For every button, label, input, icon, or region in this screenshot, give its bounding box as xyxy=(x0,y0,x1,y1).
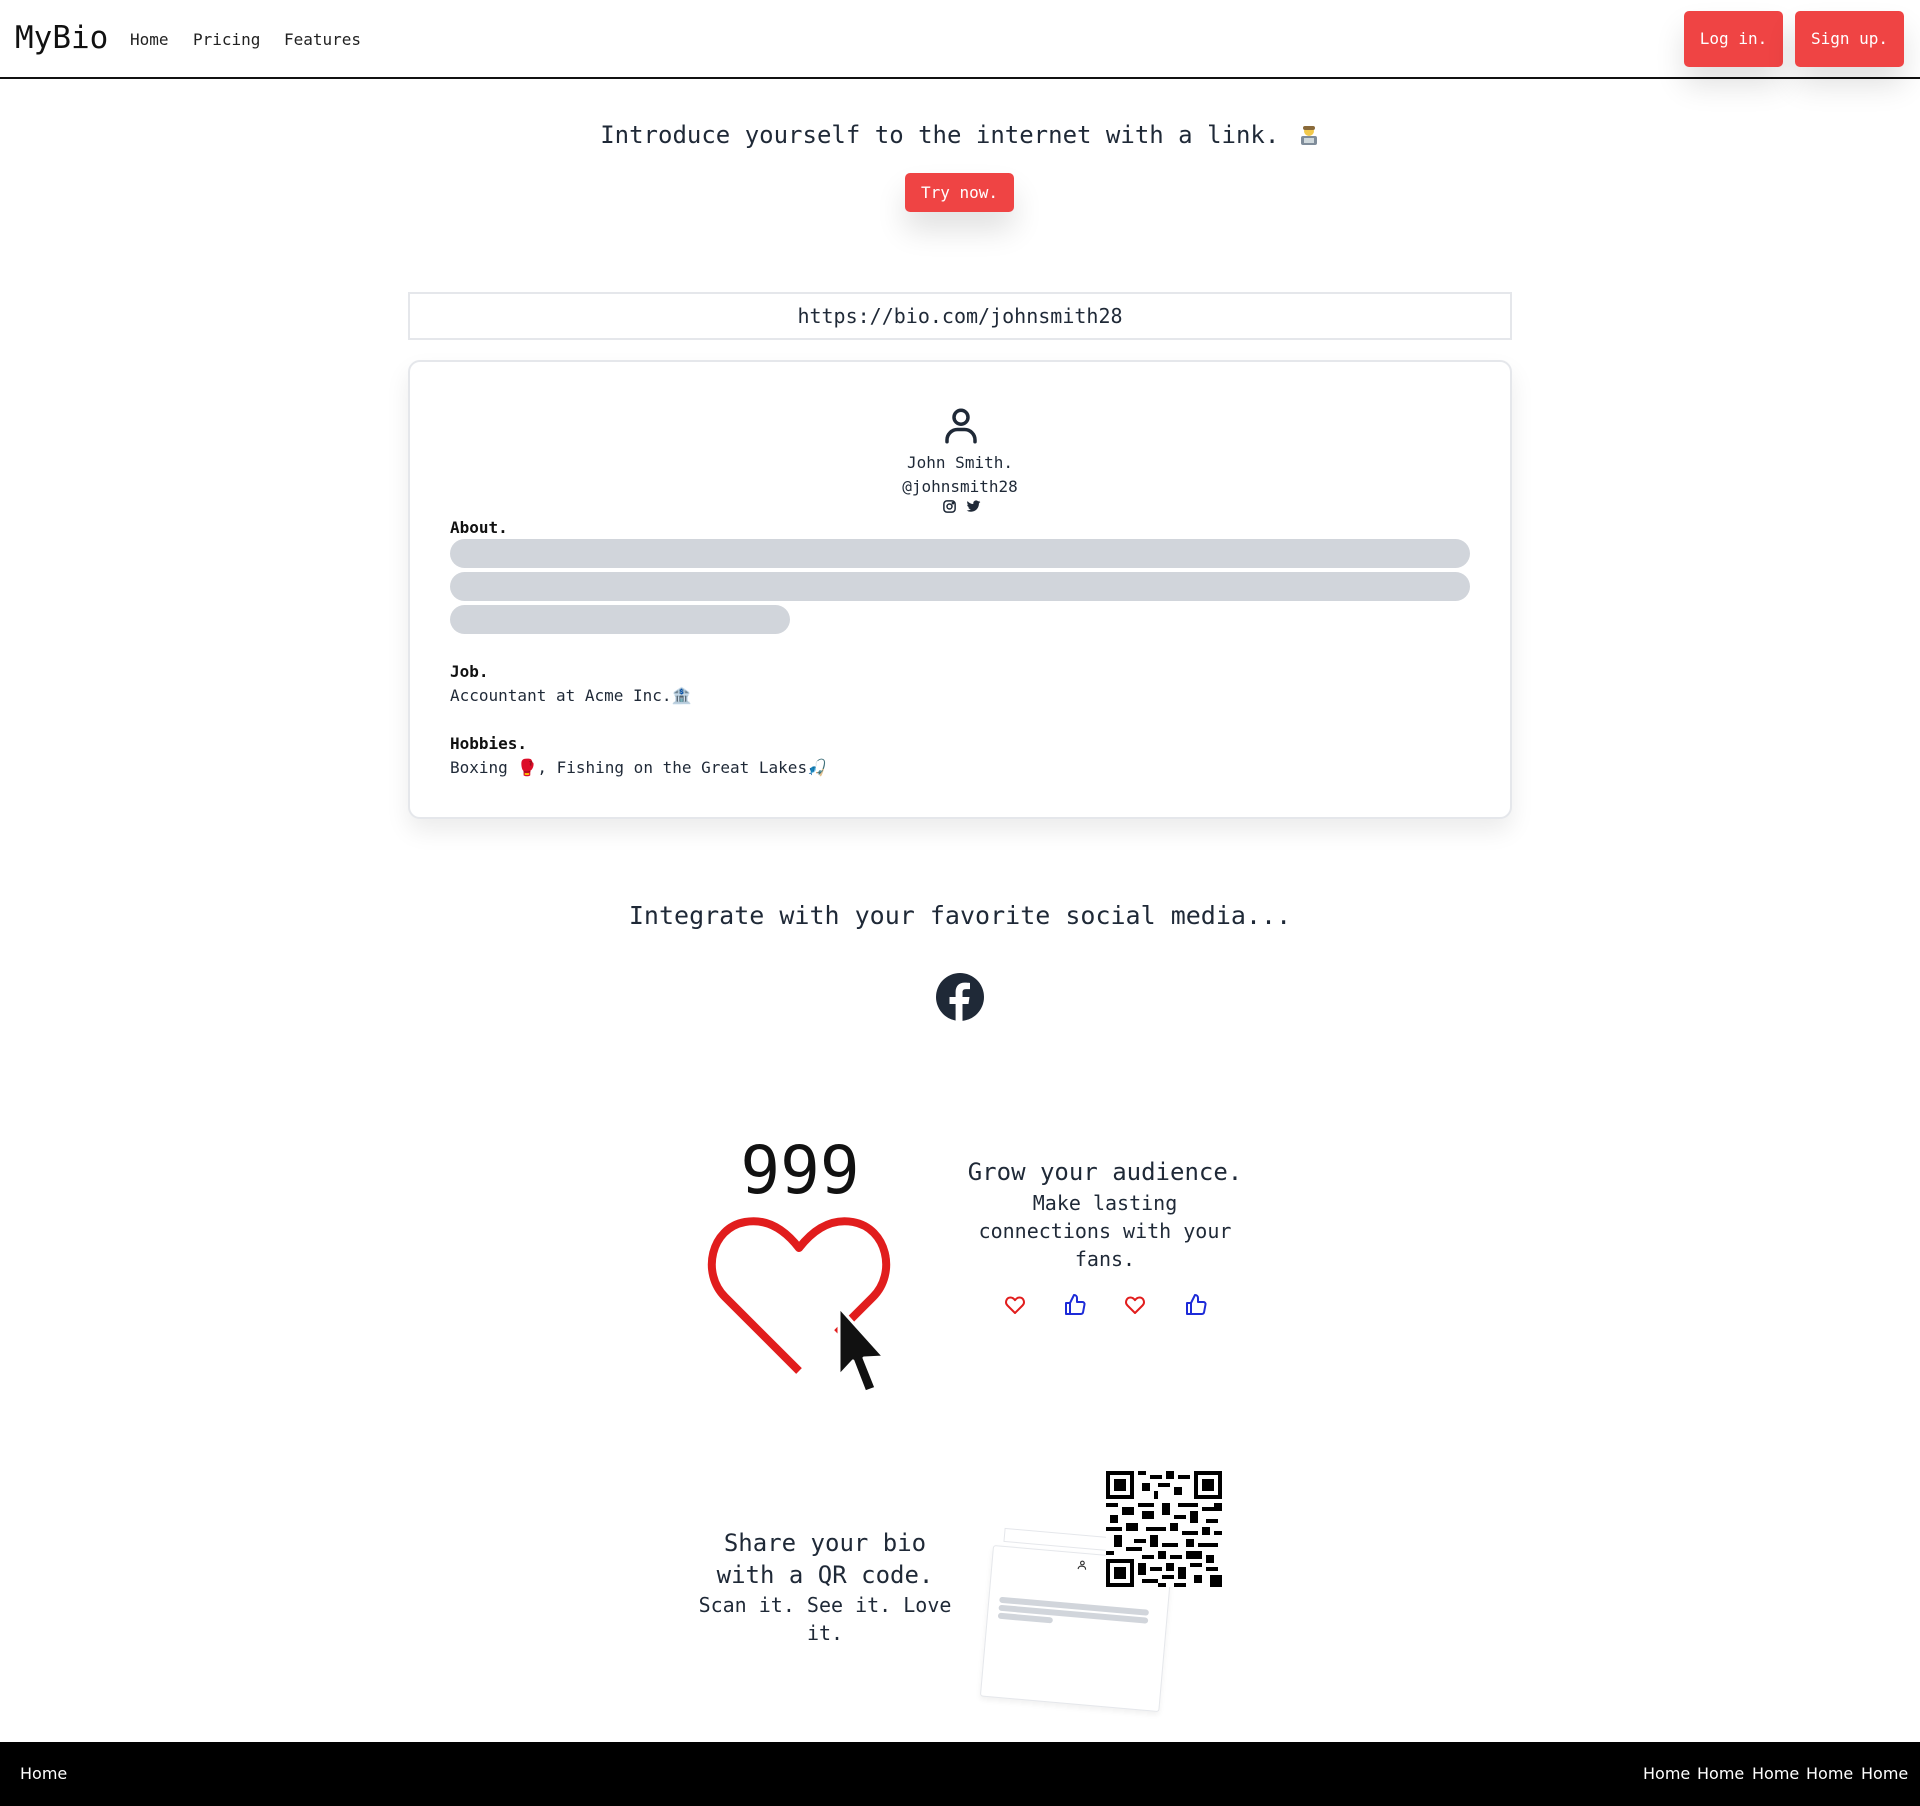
heart-with-cursor-illustration xyxy=(707,1217,891,1394)
grow-title: Grow your audience. xyxy=(967,1158,1243,1186)
share-subtitle-line: Scan it. See it. Love xyxy=(698,1593,952,1617)
about-label: About. xyxy=(450,518,508,537)
heart-icon xyxy=(1125,1296,1145,1314)
thumbs-up-icon xyxy=(1186,1294,1207,1315)
about-skeleton-line xyxy=(450,605,790,634)
user-avatar-icon xyxy=(945,408,977,444)
signup-button[interactable]: Sign up. xyxy=(1795,11,1904,67)
try-now-button[interactable]: Try now. xyxy=(905,173,1014,212)
grow-subtitle-line: connections with your xyxy=(978,1219,1232,1243)
nav-link-home[interactable]: Home xyxy=(130,30,169,49)
job-label: Job. xyxy=(450,662,489,681)
grow-subtitle-line: Make lasting xyxy=(1032,1191,1178,1215)
login-button[interactable]: Log in. xyxy=(1684,11,1783,67)
grow-subtitle-line: fans. xyxy=(1074,1247,1136,1271)
about-skeleton-line xyxy=(450,572,1470,601)
footer-link[interactable]: Home xyxy=(1697,1764,1744,1783)
qr-code-icon xyxy=(1106,1471,1222,1587)
grow-subtitle: Make lasting connections with your fans. xyxy=(950,1189,1260,1273)
share-title: Share your bio with a QR code. xyxy=(680,1527,970,1591)
profile-name: John Smith. xyxy=(907,453,1013,472)
footer-link[interactable]: Home xyxy=(1806,1764,1853,1783)
cursor-arrow-icon xyxy=(837,1305,886,1394)
instagram-icon[interactable] xyxy=(942,499,957,514)
hobbies-value: Boxing 🥊, Fishing on the Great Lakes🎣 xyxy=(450,758,827,777)
footer: Home Home Home Home Home Home xyxy=(0,1742,1920,1806)
share-title-line: Share your bio xyxy=(723,1529,927,1557)
technologist-emoji-icon xyxy=(1300,126,1317,145)
footer-link[interactable]: Home xyxy=(1861,1764,1908,1783)
footer-link[interactable]: Home xyxy=(1752,1764,1799,1783)
brand-logo[interactable]: MyBio xyxy=(15,20,108,56)
likes-counter: 999 xyxy=(740,1132,860,1209)
job-value: Accountant at Acme Inc.🏦 xyxy=(450,686,692,705)
share-subtitle: Scan it. See it. Love it. xyxy=(680,1591,970,1647)
share-subtitle-line: it. xyxy=(806,1621,844,1645)
heart-icon xyxy=(1005,1296,1025,1314)
social-heading: Integrate with your favorite social medi… xyxy=(628,901,1292,930)
nav-link-features[interactable]: Features xyxy=(284,30,361,49)
share-title-line: with a QR code. xyxy=(716,1561,934,1589)
footer-link-home[interactable]: Home xyxy=(20,1764,67,1783)
profile-preview-card: John Smith. @johnsmith28 About. Job. Acc… xyxy=(408,360,1512,819)
facebook-icon[interactable] xyxy=(935,972,985,1022)
hero-title-text: Introduce yourself to the internet with … xyxy=(600,121,1280,149)
bio-url-display[interactable]: https://bio.com/johnsmith28 xyxy=(408,292,1512,340)
nav-link-pricing[interactable]: Pricing xyxy=(193,30,260,49)
profile-handle: @johnsmith28 xyxy=(902,477,1018,496)
top-navbar: MyBio Home Pricing Features Log in. Sign… xyxy=(0,0,1920,79)
thumbs-up-icon xyxy=(1065,1294,1086,1315)
hobbies-label: Hobbies. xyxy=(450,734,528,753)
footer-link[interactable]: Home xyxy=(1643,1764,1690,1783)
about-skeleton-line xyxy=(450,539,1470,568)
twitter-icon[interactable] xyxy=(965,499,982,514)
hero-heading: Introduce yourself to the internet with … xyxy=(0,121,1920,149)
mini-user-icon xyxy=(1077,1560,1087,1570)
